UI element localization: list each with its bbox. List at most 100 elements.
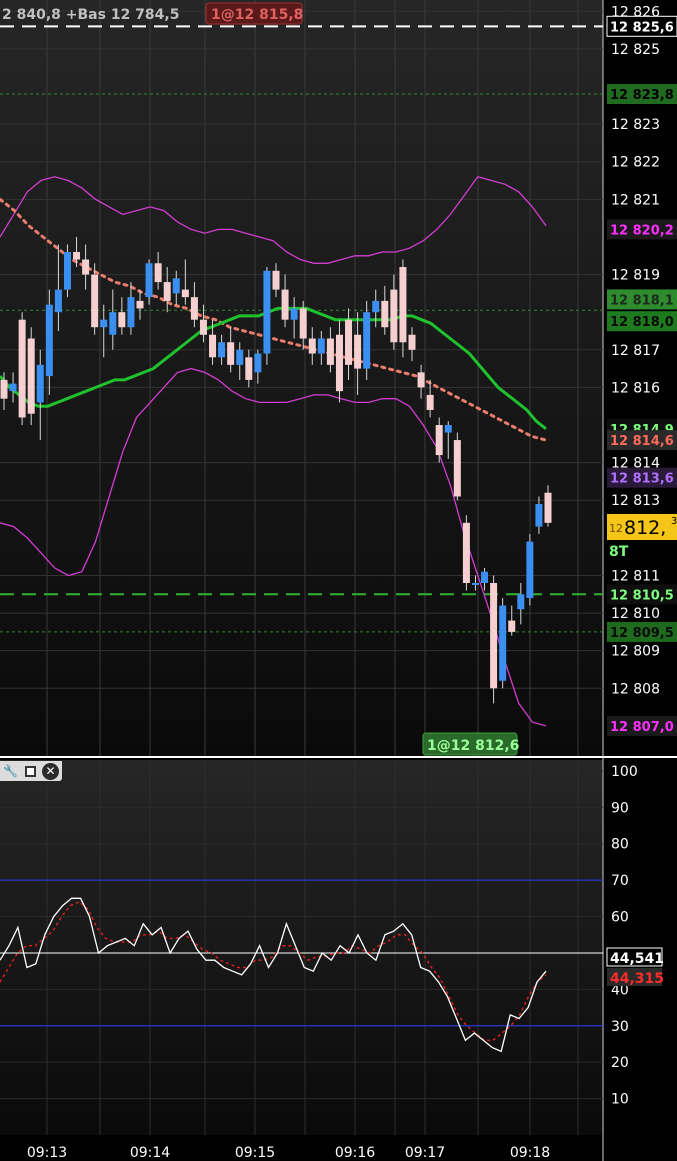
candle-body — [73, 252, 81, 260]
candle-body — [426, 394, 434, 410]
trading-chart[interactable]: 12 82612 82512 82312 82212 82112 81912 8… — [0, 0, 677, 1161]
candle-body — [272, 270, 280, 290]
wrench-icon[interactable]: 🔧 — [2, 763, 19, 780]
candle-body — [236, 349, 244, 365]
candle-body — [453, 440, 461, 497]
price-tick-label: 12 819 — [611, 268, 660, 284]
candle-body — [299, 308, 307, 339]
candle-body — [154, 263, 162, 283]
candle-body — [127, 297, 135, 328]
candle-body — [281, 289, 289, 320]
price-tick-label: 12 808 — [611, 681, 660, 697]
candle-body — [444, 425, 452, 433]
candle-body — [263, 270, 271, 354]
price-tag-label: 12 825,6 — [610, 20, 674, 35]
candle-body — [326, 338, 334, 365]
time-tick-label: 09:15 — [235, 1145, 275, 1161]
candle-body — [181, 289, 189, 298]
price-panel-bg — [0, 0, 603, 756]
candle-body — [408, 334, 416, 350]
time-tick-label: 09:13 — [27, 1145, 67, 1161]
panel-toolbar: 🔧 ✕ — [0, 761, 62, 781]
candle-body — [308, 338, 316, 354]
price-tick-label: 12 822 — [611, 155, 660, 171]
bar-timer: 8T — [609, 544, 629, 560]
price-tick-label: 12 823 — [611, 117, 660, 133]
indicator-red-value: 44,315 — [610, 971, 664, 987]
price-tag-label: 12 818,0 — [610, 315, 674, 330]
candle-body — [190, 297, 198, 320]
candle-body — [209, 334, 217, 358]
header-range-text: 2 840,8 +Bas 12 784,5 — [2, 7, 179, 23]
price-tick-label: 12 810 — [611, 606, 660, 622]
indicator-panel-bg — [0, 760, 603, 1135]
price-tag-label: 12 807,0 — [610, 720, 674, 735]
indicator-tick-label: 20 — [611, 1055, 629, 1071]
indicator-tick-label: 80 — [611, 837, 629, 853]
candle-body — [435, 425, 443, 456]
header-order-tag[interactable]: 1@12 815,8 — [211, 7, 303, 23]
indicator-tick-label: 90 — [611, 800, 629, 816]
candle-body — [517, 594, 525, 610]
candle-body — [335, 334, 343, 392]
indicator-tick-label: 100 — [611, 764, 638, 780]
candle-body — [417, 372, 425, 388]
candle-body — [544, 492, 552, 523]
price-tag-label: 12 813,6 — [610, 472, 674, 487]
candle-body — [372, 300, 380, 313]
candle-body — [399, 267, 407, 343]
candle-body — [109, 312, 117, 335]
price-tag-label: 12 814,6 — [610, 434, 674, 449]
candle-body — [535, 504, 543, 527]
price-tick-label: 12 816 — [611, 380, 660, 396]
price-tick-label: 12 809 — [611, 644, 660, 660]
candle-body — [471, 582, 479, 585]
price-tick-label: 12 825 — [611, 42, 660, 58]
indicator-tick-label: 70 — [611, 873, 629, 889]
price-tag-label: 12 809,5 — [610, 626, 674, 641]
candle-body — [490, 582, 498, 689]
candle-body — [345, 319, 353, 365]
candle-body — [172, 278, 180, 294]
last-price-suffix: 3 — [671, 516, 677, 527]
candle-body — [499, 605, 507, 681]
candle-body — [0, 379, 8, 399]
candle-body — [163, 282, 171, 301]
candle-body — [145, 263, 153, 298]
close-icon[interactable]: ✕ — [42, 762, 59, 780]
candle-body — [136, 300, 144, 309]
time-tick-label: 09:18 — [510, 1145, 550, 1161]
candle-body — [91, 274, 99, 328]
candle-body — [199, 319, 207, 335]
last-price-value: 812, — [624, 517, 666, 539]
price-tick-label: 12 811 — [611, 569, 660, 585]
candle-body — [508, 620, 516, 632]
last-price-prefix-text: 12 — [609, 522, 623, 535]
candle-body — [363, 312, 371, 369]
candle-body — [63, 252, 71, 290]
indicator-tick-label: 60 — [611, 910, 629, 926]
price-tag-label: 12 823,8 — [610, 88, 674, 103]
candle-body — [381, 300, 389, 328]
price-tag-label: 12 810,5 — [610, 588, 674, 603]
candle-body — [245, 357, 253, 380]
bottom-order-tag[interactable]: 1@12 812,6 — [427, 738, 519, 754]
candle-body — [317, 338, 325, 354]
candle-body — [390, 289, 398, 343]
candle-body — [18, 319, 26, 418]
candle-body — [100, 319, 108, 328]
candle-body — [526, 541, 534, 599]
price-tick-label: 12 821 — [611, 192, 660, 208]
time-tick-label: 09:17 — [405, 1145, 445, 1161]
indicator-tick-label: 10 — [611, 1092, 629, 1108]
candle-body — [290, 308, 298, 320]
candle-body — [36, 364, 44, 403]
price-tag-label: 12 820,2 — [610, 223, 674, 238]
time-tick-label: 09:14 — [130, 1145, 170, 1161]
candle-body — [218, 342, 226, 358]
window-icon[interactable] — [22, 763, 39, 780]
candle-body — [462, 522, 470, 583]
indicator-tick-label: 30 — [611, 1019, 629, 1035]
candle-body — [45, 304, 53, 377]
indicator-white-value: 44,541 — [610, 951, 664, 967]
